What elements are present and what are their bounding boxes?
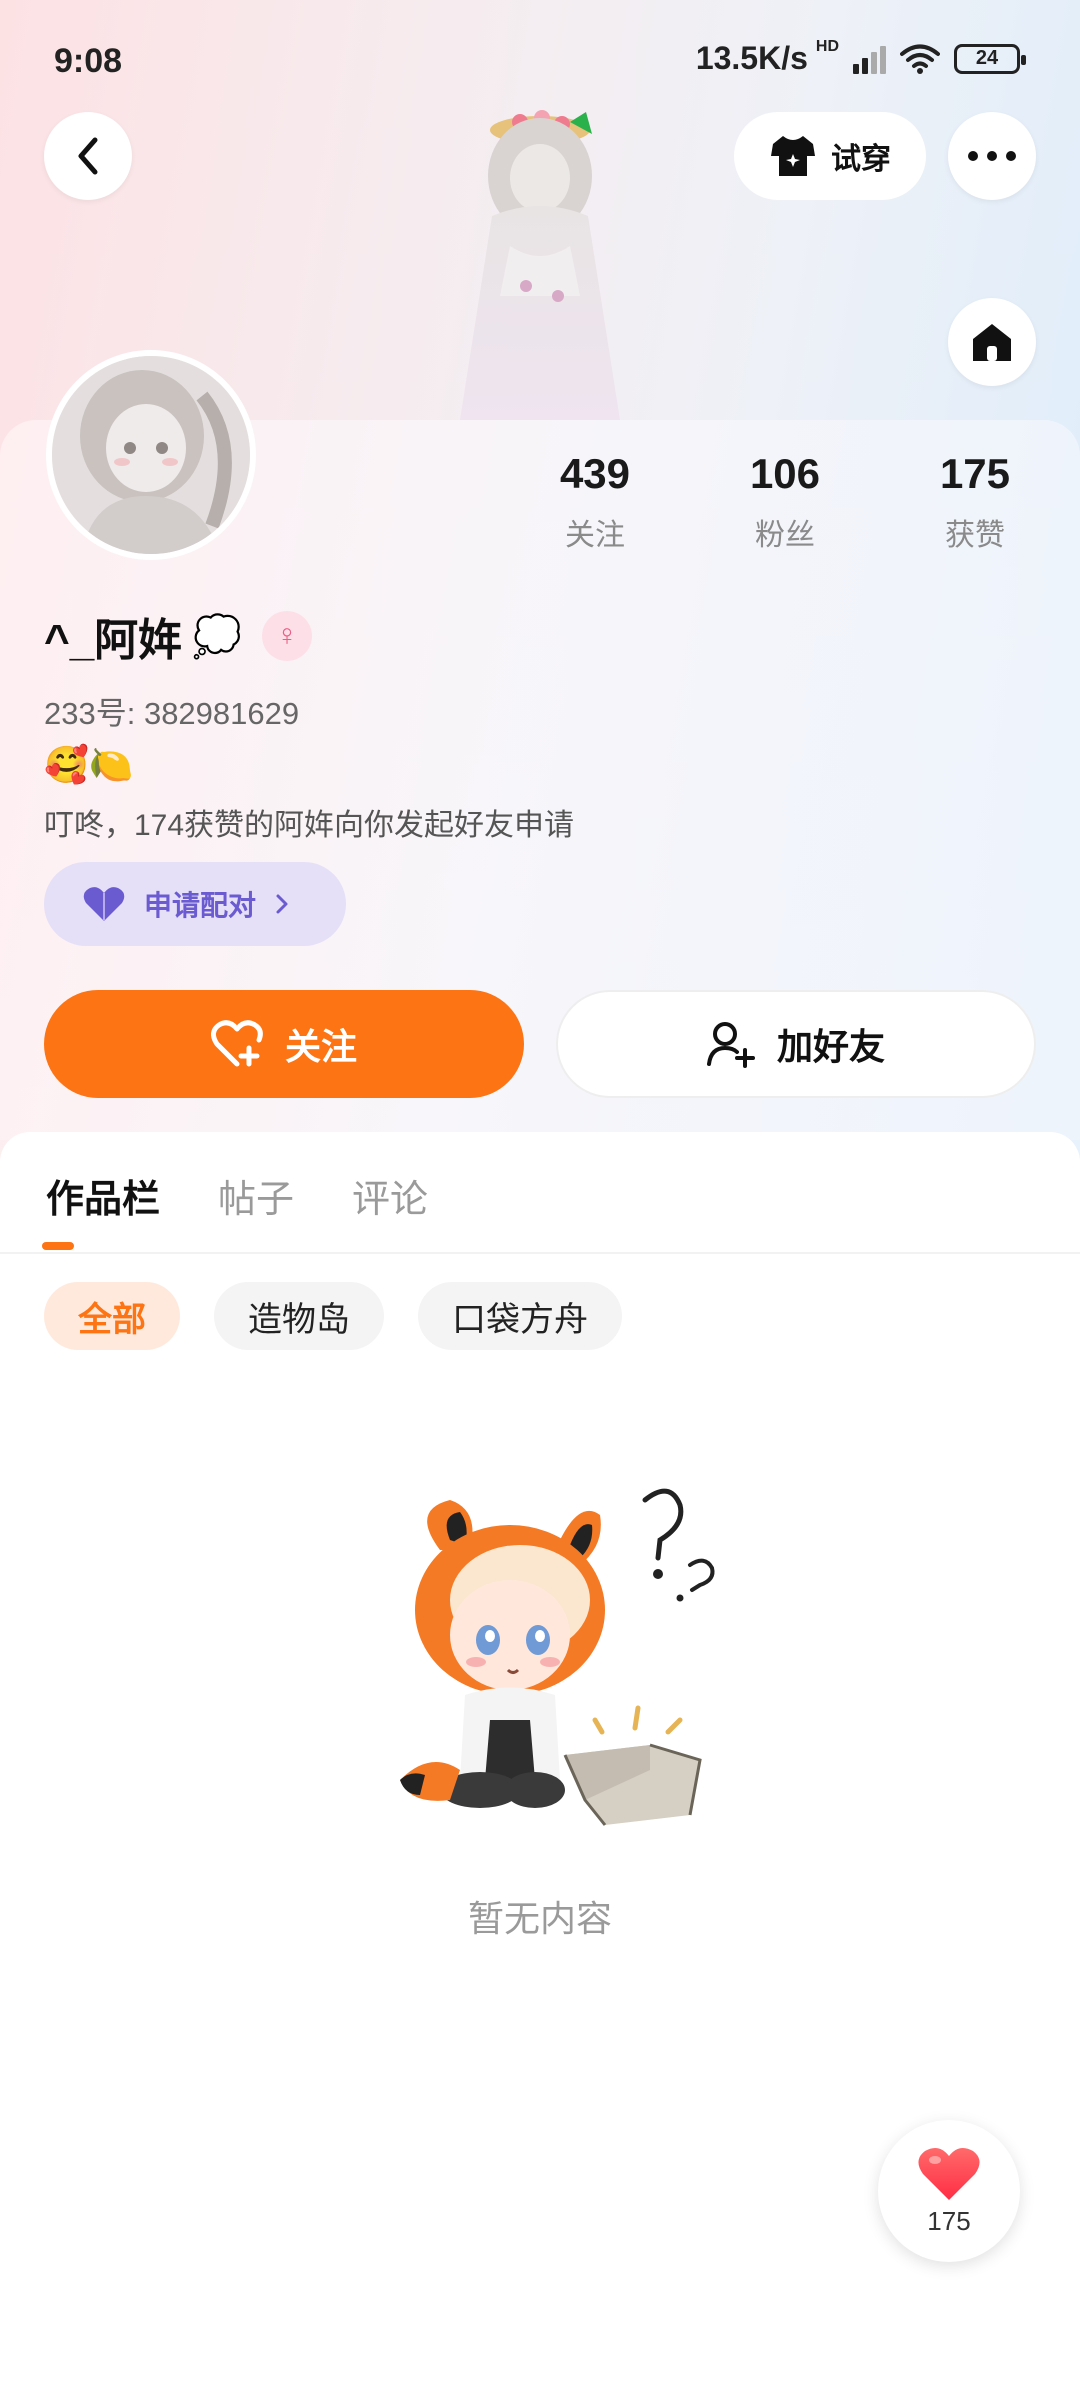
stat-likes[interactable]: 175 获赞 [900, 450, 1050, 554]
username-row: ^_阿姩 💭 ♀ [44, 604, 312, 668]
female-gender-icon: ♀ [261, 611, 312, 661]
add-friend-label: 加好友 [776, 1026, 885, 1067]
bio-text: 叮咚，174获赞的阿姩向你发起好友申请 [44, 809, 575, 842]
home-icon [973, 324, 1011, 361]
back-button[interactable] [44, 112, 132, 200]
try-on-label: 试穿 [831, 143, 891, 176]
empty-state-text: 暂无内容 [467, 1898, 612, 1939]
avatar-image [52, 356, 250, 554]
like-count: 175 [927, 2205, 971, 2236]
heart-icon [918, 2147, 980, 2200]
tab-posts[interactable]: 帖子 [218, 1168, 294, 1223]
add-person-icon [706, 1022, 755, 1068]
followers-label: 粉丝 [755, 519, 815, 552]
banner-avatar-figure [460, 110, 620, 420]
try-on-button[interactable]: 试穿 [734, 112, 926, 200]
back-arrow-icon [78, 137, 98, 175]
status-time: 9:08 [54, 42, 123, 80]
request-pair-button[interactable]: 申请配对 [44, 862, 346, 946]
following-count: 439 [559, 450, 631, 497]
stat-following[interactable]: 439 关注 [520, 450, 670, 554]
more-button[interactable] [948, 112, 1036, 200]
shirt-icon [771, 136, 815, 176]
wifi-icon [900, 44, 940, 74]
filter-all[interactable]: 全部 [44, 1282, 180, 1350]
active-tab-indicator [42, 1242, 74, 1250]
purple-heart-icon [83, 887, 125, 921]
like-floating-button[interactable]: 175 [878, 2120, 1020, 2262]
tab-divider [0, 1252, 1080, 1254]
empty-state-illustration [400, 1488, 715, 1826]
followers-count: 106 [749, 450, 821, 497]
following-label: 关注 [565, 519, 625, 552]
likes-count: 175 [939, 450, 1011, 497]
content-tabs: 作品栏 帖子 评论 [46, 1168, 428, 1223]
heart-plus-icon [210, 1020, 263, 1067]
username: ^_阿姩 [44, 616, 183, 665]
tab-comments[interactable]: 评论 [352, 1168, 428, 1223]
user-id: 233号: 382981629 [44, 696, 300, 731]
filter-pocket-ark[interactable]: 口袋方舟 [418, 1282, 622, 1350]
emoji-signature: 🥰🍋 [44, 744, 134, 785]
stat-followers[interactable]: 106 粉丝 [710, 450, 860, 554]
status-indicators: 13.5K/s HD 24 [695, 37, 1026, 77]
add-friend-button[interactable]: 加好友 [556, 990, 1036, 1098]
filter-creation-island[interactable]: 造物岛 [214, 1282, 384, 1350]
tab-works[interactable]: 作品栏 [46, 1168, 160, 1223]
follow-label: 关注 [284, 1026, 357, 1067]
likes-label: 获赞 [945, 519, 1005, 552]
follow-button[interactable]: 关注 [44, 990, 524, 1098]
hd-badge: HD [815, 37, 839, 55]
request-pair-label: 申请配对 [144, 890, 257, 921]
filter-chips: 全部 造物岛 口袋方舟 [44, 1282, 622, 1350]
chevron-right-icon [276, 894, 288, 914]
battery-icon: 24 [954, 43, 1026, 74]
battery-level: 24 [975, 47, 999, 69]
home-button[interactable] [948, 298, 1036, 386]
thought-bubble-icon: 💭 [192, 614, 242, 659]
more-dots-icon [968, 151, 1016, 161]
network-speed: 13.5K/s [695, 40, 808, 76]
signal-icon [853, 44, 886, 74]
avatar[interactable] [46, 350, 256, 560]
profile-stats: 439 关注 106 粉丝 175 获赞 [520, 450, 1050, 554]
